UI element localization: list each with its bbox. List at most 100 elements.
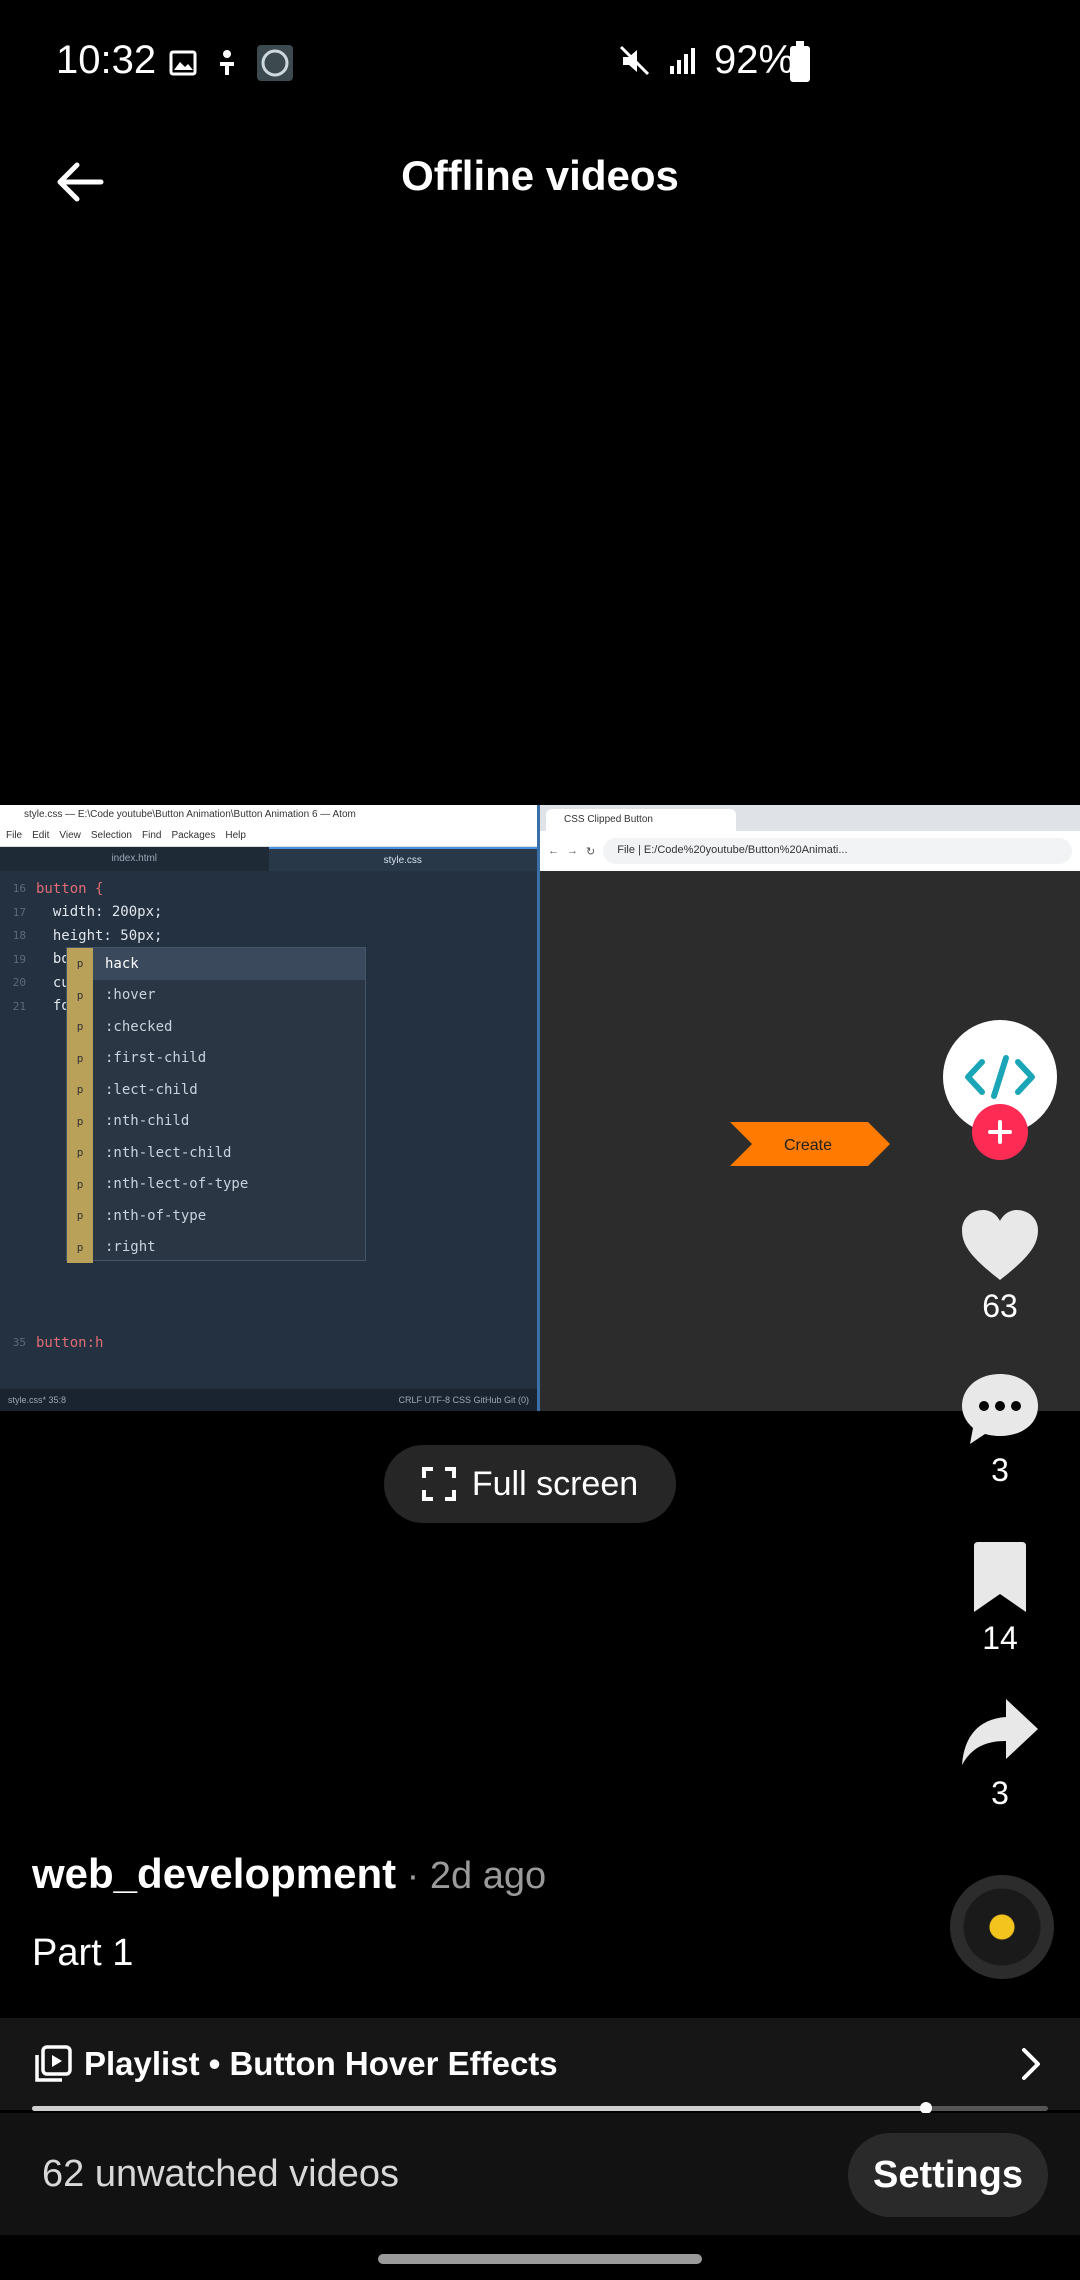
editor-statusbar: style.css* 35:8 CRLF UTF-8 CSS GitHub Gi… <box>0 1389 537 1411</box>
fullscreen-icon <box>421 1467 456 1501</box>
share-button[interactable]: 3 <box>940 1697 1060 1812</box>
code-line: 16 button { <box>0 877 537 901</box>
notification-icons <box>168 44 294 82</box>
autocomplete-item: p :first-child <box>67 1042 365 1074</box>
statusbar-right: CRLF UTF-8 CSS GitHub Git (0) <box>398 1395 529 1405</box>
url-field: File | E:/Code%20youtube/Button%20Animat… <box>603 838 1072 864</box>
browser-tab: CSS Clipped Button <box>546 809 736 831</box>
code-icon <box>965 1055 1035 1099</box>
menu-item: Packages <box>171 830 216 841</box>
share-count: 3 <box>991 1775 1009 1811</box>
code-text: button:h <box>36 1334 104 1351</box>
menu-item: Selection <box>90 830 132 841</box>
autocomplete-label: :lect-child <box>105 1081 198 1098</box>
autocomplete-item: p :nth-of-type <box>67 1200 365 1232</box>
playlist-bar[interactable]: Playlist • Button Hover Effects <box>0 2018 1080 2110</box>
system-icons <box>618 44 700 78</box>
line-number: 19 <box>12 952 26 966</box>
status-bar: 10:32 92% <box>0 0 1080 130</box>
autocomplete-item: p:right <box>67 1231 365 1263</box>
caption-text: Part 1 <box>32 1932 134 1974</box>
autocomplete-label: hack <box>105 955 139 972</box>
code-text: width: 200px; <box>36 904 163 921</box>
line-number: 18 <box>12 929 26 943</box>
signal-icon <box>670 48 695 74</box>
app-logo-icon <box>257 45 293 81</box>
line-number: 21 <box>12 999 26 1013</box>
code-line: 35 button:h <box>0 1331 104 1355</box>
current-line-area: 35 button:h <box>0 1325 104 1355</box>
battery-icon <box>790 41 810 82</box>
autocomplete-label: :first-child <box>105 1050 207 1067</box>
menu-item: View <box>59 830 81 841</box>
post-age: · 2d ago <box>396 1855 547 1897</box>
autocomplete-item: p hack <box>67 948 365 980</box>
save-button[interactable]: 14 <box>940 1542 1060 1657</box>
mute-icon <box>619 45 650 76</box>
autocomplete-popup: p hack p:hover p:checked p:first-child p:… <box>66 947 366 1263</box>
plus-icon <box>988 1120 1012 1144</box>
status-time: 10:32 <box>56 38 157 82</box>
settings-button[interactable]: Settings <box>848 2133 1048 2217</box>
bottom-bar: 62 unwatched videos Settings <box>0 2113 1080 2235</box>
nav-back-icon: ← <box>548 845 559 857</box>
code-line: 18 height: 50px; <box>0 924 537 948</box>
snippet-badge: p <box>67 948 93 980</box>
autocomplete-item: p:nth-lect-child <box>67 1137 365 1169</box>
reload-icon: ↻ <box>586 845 596 858</box>
snippet-badge: p <box>67 1168 93 1200</box>
autocomplete-item: p :lect-child <box>67 1074 365 1106</box>
home-indicator[interactable] <box>378 2254 702 2264</box>
menu-item: Edit <box>32 830 50 841</box>
full-screen-button[interactable]: Full screen <box>384 1445 676 1523</box>
autocomplete-label: :checked <box>105 1018 173 1035</box>
comment-icon <box>962 1374 1038 1444</box>
author-name[interactable]: web_development <box>32 1850 396 1897</box>
chevron-right-icon <box>1022 2048 1040 2080</box>
line-number: 20 <box>12 976 26 990</box>
clipped-button-label: Create <box>784 1137 832 1154</box>
menu-item: Help <box>225 830 246 841</box>
autocomplete-label: :hover <box>105 987 156 1004</box>
menu-item: File <box>6 830 23 841</box>
like-button[interactable]: 63 <box>940 1210 1060 1325</box>
battery-percent: 92% <box>714 38 795 82</box>
comment-button[interactable]: 3 <box>940 1372 1060 1489</box>
code-text: button { <box>36 880 104 897</box>
line-number: 35 <box>12 1336 26 1350</box>
snippet-badge: p <box>67 1105 93 1137</box>
progress-fill <box>32 2106 927 2111</box>
snippet-badge: p <box>67 1137 93 1169</box>
full-screen-label: Full screen <box>471 1464 639 1503</box>
editor-tab-active: style.css <box>268 847 537 871</box>
share-icon <box>962 1699 1038 1765</box>
header: Offline videos <box>0 130 1080 220</box>
autocomplete-item: p:checked <box>67 1011 365 1043</box>
code-text: height: 50px; <box>36 927 163 944</box>
playlist-icon <box>35 2045 72 2082</box>
snippet-badge: p <box>67 1200 93 1232</box>
video-player[interactable]: style.css — E:\Code youtube\Button Anima… <box>0 805 1080 1411</box>
video-progress-bar[interactable] <box>32 2102 1048 2114</box>
snippet-badge: p <box>67 1074 93 1106</box>
heart-icon <box>962 1210 1038 1280</box>
follow-button[interactable] <box>972 1104 1028 1160</box>
autocomplete-label: :nth-of-type <box>105 1207 207 1224</box>
editor-tabs: index.html style.css <box>0 847 537 871</box>
gallery-icon <box>169 50 197 76</box>
video-editor-pane: style.css — E:\Code youtube\Button Anima… <box>0 805 540 1411</box>
page-title: Offline videos <box>401 152 679 199</box>
caption-author-row: web_development · 2d ago <box>32 1850 546 1898</box>
editor-menubar: File Edit View Selection Find Packages H… <box>0 827 537 847</box>
line-number: 17 <box>12 905 26 919</box>
autocomplete-item: p :nth-child <box>67 1105 365 1137</box>
playlist-label: Playlist • Button Hover Effects <box>84 2045 558 2082</box>
snippet-badge: p <box>67 1042 93 1074</box>
music-disc-icon[interactable] <box>950 1875 1054 1979</box>
autocomplete-label: :nth-child <box>105 1113 190 1130</box>
nav-forward-icon: → <box>567 845 578 857</box>
accessibility-icon <box>220 50 234 75</box>
bookmark-icon <box>974 1542 1026 1612</box>
statusbar-left: style.css* 35:8 <box>8 1395 67 1405</box>
snippet-badge: p <box>67 1231 93 1263</box>
